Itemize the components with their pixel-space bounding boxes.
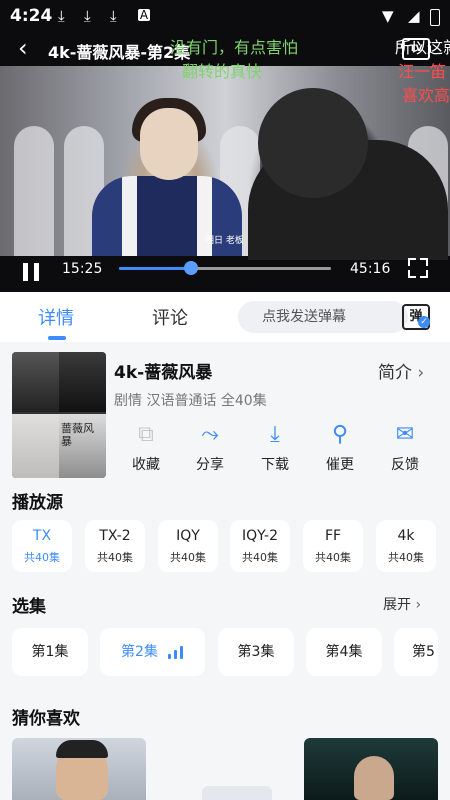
favorite-button[interactable]: ⧉ 收藏 <box>124 422 168 474</box>
source-name: TX-2 <box>99 528 131 544</box>
action-label: 催更 <box>326 457 354 473</box>
show-poster[interactable]: 蔷薇风暴 <box>12 352 106 478</box>
share-icon: ⤳ <box>201 422 219 447</box>
actor-head <box>258 88 368 198</box>
feedback-button[interactable]: ✉ 反馈 <box>383 422 427 474</box>
show-title: 4k-蔷薇风暴 <box>114 363 213 383</box>
urge-update-button[interactable]: ⚲ 催更 <box>318 422 362 474</box>
tab-details[interactable]: 详情 <box>38 304 74 330</box>
episode-item[interactable]: 第5 <box>394 628 438 676</box>
chevron-right-icon: › <box>417 363 425 383</box>
poster-title: 蔷薇风暴 <box>61 422 94 448</box>
source-name: IQY <box>176 528 200 544</box>
episode-item[interactable]: 第1集 <box>12 628 88 676</box>
video-frame[interactable] <box>0 66 450 260</box>
download-notification-icon: ⤓ <box>58 7 65 25</box>
recommend-poster-hair <box>56 740 108 758</box>
player-controls: 15:25 45:16 <box>0 256 450 292</box>
source-item[interactable]: 4k 共40集 <box>376 520 436 572</box>
source-item[interactable]: IQY-2 共40集 <box>230 520 290 572</box>
episode-label: 第2集 <box>121 644 158 660</box>
episode-item[interactable]: 第4集 <box>306 628 382 676</box>
source-count: 共40集 <box>242 551 278 564</box>
actress-face <box>140 108 198 180</box>
tv-cast-icon[interactable]: TV <box>402 38 430 60</box>
danmaku-comment: 翻转的真快 <box>182 62 263 81</box>
intro-label: 简介 <box>378 363 412 383</box>
episodes-heading: 选集 <box>12 597 46 617</box>
seek-handle[interactable] <box>184 261 199 275</box>
recommend-poster-face <box>354 756 394 800</box>
download-button[interactable]: ⤓ 下载 <box>253 422 297 474</box>
detail-content: 蔷薇风暴 4k-蔷薇风暴 简介 › 剧情 汉语普通话 全40集 ⧉ 收藏 ⤳ 分… <box>0 342 450 800</box>
seek-bar[interactable] <box>119 261 331 275</box>
chevron-right-icon: › <box>415 597 422 613</box>
recommend-poster-logo <box>394 744 434 784</box>
share-button[interactable]: ⤳ 分享 <box>188 422 232 474</box>
video-player[interactable]: 4:24 ⤓ ⤓ ⤓ A ▼ ◢ ‹ 4k-蔷薇风暴-第2集 没有门，有点害怕 … <box>0 0 450 292</box>
wifi-icon: ▼ <box>382 7 394 25</box>
recommend-card[interactable] <box>12 738 146 800</box>
danmaku-toggle-button[interactable]: 弹 ✓ <box>400 300 430 330</box>
fullscreen-icon[interactable] <box>408 258 428 278</box>
source-count: 共40集 <box>388 551 424 564</box>
source-name: FF <box>324 528 342 544</box>
source-name: TX <box>32 528 52 544</box>
source-count: 共40集 <box>170 551 206 564</box>
action-label: 下载 <box>261 457 289 473</box>
action-label: 收藏 <box>132 457 160 473</box>
recommend-card[interactable] <box>304 738 438 800</box>
danmaku-comment: 喜欢高 <box>402 86 450 105</box>
download-notification-icon: ⤓ <box>84 7 91 25</box>
recommend-card[interactable] <box>202 786 272 800</box>
battery-icon <box>430 9 440 26</box>
duration: 45:16 <box>350 261 391 277</box>
source-item[interactable]: IQY 共40集 <box>158 520 218 572</box>
tab-comments[interactable]: 评论 <box>152 304 188 330</box>
detail-tabs: 详情 评论 点我发送弹幕 弹 ✓ <box>0 292 450 342</box>
action-label: 分享 <box>196 457 224 473</box>
app-notification-icon: A <box>138 8 150 22</box>
download-notification-icon: ⤓ <box>110 7 117 25</box>
action-label: 反馈 <box>391 457 419 473</box>
video-title: 4k-蔷薇风暴-第2集 <box>48 43 191 62</box>
active-tab-indicator <box>48 336 66 340</box>
video-subtitle: 明日 老板 <box>205 236 244 246</box>
show-meta: 剧情 汉语普通话 全40集 <box>114 393 267 409</box>
current-time: 15:25 <box>62 261 103 277</box>
favorite-icon: ⧉ <box>138 422 154 447</box>
background-figure <box>14 126 54 256</box>
check-icon: ✓ <box>418 316 430 328</box>
recommend-heading: 猜你喜欢 <box>12 709 80 729</box>
source-count: 共40集 <box>97 551 133 564</box>
source-item[interactable]: FF 共40集 <box>303 520 363 572</box>
download-icon: ⤓ <box>270 422 280 447</box>
danmaku-comment: 汪一笛 <box>398 62 447 81</box>
source-item[interactable]: TX 共40集 <box>12 520 72 572</box>
danmaku-comment: 没有门，有点害怕 <box>170 38 299 57</box>
search-icon: ⚲ <box>331 422 349 447</box>
playing-indicator-icon <box>167 645 184 659</box>
source-count: 共40集 <box>315 551 351 564</box>
episode-item[interactable]: 第3集 <box>218 628 294 676</box>
status-bar: 4:24 ⤓ ⤓ ⤓ A ▼ ◢ <box>0 0 450 32</box>
episode-item-current[interactable]: 第2集 <box>100 628 205 676</box>
status-time: 4:24 <box>10 6 53 26</box>
intro-link[interactable]: 简介 › <box>378 358 424 383</box>
back-icon[interactable]: ‹ <box>18 34 28 62</box>
expand-label: 展开 <box>383 597 411 613</box>
signal-icon: ◢ <box>408 7 420 25</box>
danmaku-input[interactable]: 点我发送弹幕 <box>238 301 408 333</box>
expand-link[interactable]: 展开 › <box>383 594 421 614</box>
seek-progress <box>119 267 192 270</box>
source-count: 共40集 <box>24 551 60 564</box>
pause-icon[interactable] <box>22 263 40 281</box>
sources-heading: 播放源 <box>12 493 63 513</box>
source-item[interactable]: TX-2 共40集 <box>85 520 145 572</box>
source-name: 4k <box>397 528 415 544</box>
source-name: IQY-2 <box>242 528 278 544</box>
feedback-icon: ✉ <box>395 422 415 447</box>
